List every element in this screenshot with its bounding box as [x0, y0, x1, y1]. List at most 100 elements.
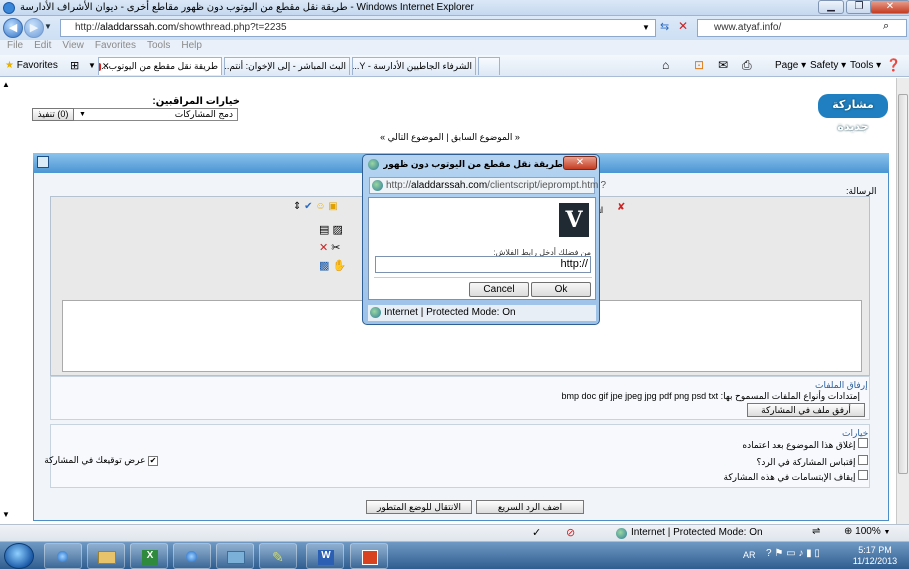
menu-tools[interactable]: Tools	[147, 40, 170, 51]
insert-image-icon[interactable]: ▣	[328, 201, 337, 212]
favorites-bar: ★ Favorites ⊞ ▼ ✕ طريقة نقل مقطع من اليوت…	[0, 55, 909, 77]
media-icon[interactable]: ▩	[319, 260, 329, 272]
dialog-status-text: Internet | Protected Mode: On	[384, 307, 516, 318]
feeds-icon[interactable]: ⊡	[694, 58, 704, 72]
dialog-close-button[interactable]: ✕	[563, 156, 597, 170]
favorites-button[interactable]: ★ Favorites	[5, 58, 58, 74]
forward-button[interactable]: ▶	[24, 18, 44, 38]
quote-reply-checkbox[interactable]	[858, 455, 868, 465]
select-arrow-icon: ▼	[79, 111, 86, 118]
search-icon[interactable]: ⌕	[883, 20, 889, 33]
help-icon[interactable]: ❓	[886, 58, 901, 72]
new-tab-button[interactable]	[478, 57, 500, 75]
quick-tabs-icon[interactable]: ⊞	[70, 59, 79, 72]
compat-view-icon[interactable]: ⇆	[660, 20, 669, 33]
menu-view[interactable]: View	[62, 40, 84, 51]
menu-bar: File Edit View Favorites Tools Help	[0, 40, 909, 55]
smiley-icon[interactable]: ☺	[315, 201, 325, 212]
tray-flag-icon[interactable]: ⚑	[774, 548, 783, 559]
dialog-url-path: /clientscript/ieprompt.html?	[487, 180, 607, 191]
option-label: إقتباس المشاركة في الرد؟	[756, 457, 856, 467]
tray-battery-icon[interactable]: ▯	[814, 548, 820, 559]
mail-icon[interactable]: ✉	[718, 58, 728, 72]
tab-live[interactable]: البث المباشر - إلى الإخوان: أنتم...	[224, 57, 350, 75]
cancel-button[interactable]: Cancel	[469, 282, 529, 297]
popup-blocker-icon[interactable]: ⊘	[566, 526, 575, 539]
advanced-mode-button[interactable]: الانتقال للوضع المتطور	[366, 500, 472, 514]
taskbar-ie-window-icon[interactable]	[173, 543, 211, 569]
zone-status-text: Internet | Protected Mode: On	[631, 527, 763, 538]
stop-icon[interactable]: ✕	[678, 19, 688, 33]
address-dropdown-icon[interactable]: ▼	[642, 23, 650, 32]
paste-icon[interactable]: ▤	[319, 224, 329, 236]
protected-mode-icon[interactable]: ⇌	[812, 526, 820, 537]
remove-format-icon[interactable]: ✘	[617, 202, 625, 213]
option-close-thread: إغلاق هذا الموضوع بعد اعتماده	[700, 438, 868, 451]
url-prefix: http://	[75, 22, 101, 33]
cut-icon[interactable]: ✕	[319, 242, 328, 254]
restore-button[interactable]: ❐	[846, 0, 872, 14]
taskbar-word-icon[interactable]: W	[306, 543, 344, 569]
attachments-label: إرفاق الملفات	[815, 380, 868, 390]
tab-shurafa[interactable]: الشرفاء الجاطيين الأدارسة - Y...	[352, 57, 476, 75]
home-icon[interactable]: ⌂	[662, 58, 669, 72]
taskbar-app-icon[interactable]	[350, 543, 388, 569]
zoom-control[interactable]: ⊕ 100% ▼	[844, 526, 890, 537]
safety-menu[interactable]: Safety ▾	[810, 58, 846, 74]
tray-volume-icon[interactable]: ♪	[798, 548, 803, 559]
taskbar-excel-icon[interactable]: X	[130, 543, 168, 569]
moderator-select-value: دمج المشاركات	[174, 109, 233, 119]
thread-navigation[interactable]: « الموضوع السابق | الموضوع التالي »	[300, 132, 600, 143]
tray-help-icon[interactable]: ?	[766, 548, 772, 559]
vertical-scrollbar[interactable]	[896, 78, 909, 524]
execute-button[interactable]: (0) تنفيذ	[32, 108, 74, 121]
taskbar-pen-icon[interactable]: ✎	[259, 543, 297, 569]
status-icon: ✓	[532, 527, 542, 539]
close-thread-checkbox[interactable]	[858, 438, 868, 448]
search-input[interactable]: www.atyaf.info/	[697, 19, 907, 37]
print-icon[interactable]: ⎙	[742, 58, 752, 73]
taskbar-ie-icon[interactable]	[44, 543, 82, 569]
page-menu[interactable]: Page ▾	[775, 58, 806, 74]
tab-current[interactable]: ✕ طريقة نقل مقطع من اليوتوب...	[98, 57, 222, 75]
hand-icon[interactable]: ✋	[332, 260, 346, 272]
show-signature-checkbox[interactable]: ✔	[148, 456, 158, 466]
language-indicator[interactable]: AR	[743, 550, 756, 560]
scroll-down-icon[interactable]: ▼	[2, 510, 10, 519]
menu-edit[interactable]: Edit	[34, 40, 51, 51]
start-button[interactable]	[4, 543, 34, 569]
ok-button[interactable]: Ok	[531, 282, 591, 297]
clock-time: 5:17 PM	[858, 545, 892, 555]
tray-monitor-icon[interactable]: ▭	[786, 548, 795, 559]
window-title: طريقة نقل مقطع من اليوتوب دون ظهور مقاطع…	[20, 2, 474, 13]
quick-reply-button[interactable]: اضف الرد السريع	[476, 500, 584, 514]
image-icon[interactable]: ▨	[332, 224, 342, 236]
flash-url-input[interactable]: http://	[375, 256, 591, 273]
back-button[interactable]: ◀	[3, 18, 23, 38]
tools-menu[interactable]: Tools ▾	[850, 58, 881, 74]
scroll-up-icon[interactable]: ▲	[2, 80, 10, 89]
address-input[interactable]: http://aladdarssah.com/showthread.php?t=…	[60, 19, 656, 37]
resize-icon[interactable]: ⇕	[293, 201, 301, 212]
dialog-body: V من فضلك أدخل رابط الفلاش: http:// Canc…	[368, 197, 596, 300]
tray-network-icon[interactable]: ▮	[806, 548, 812, 559]
option-disable-smilies: إيقاف الإبتسامات في هذه المشاركة	[690, 470, 868, 483]
tab-label: البث المباشر - إلى الإخوان: أنتم...	[224, 61, 346, 71]
menu-help[interactable]: Help	[181, 40, 202, 51]
menu-file[interactable]: File	[7, 40, 23, 51]
minimize-button[interactable]: ▁	[818, 0, 844, 14]
copy-icon[interactable]: ✂	[331, 242, 340, 254]
tab-list-icon[interactable]: ▼	[88, 61, 96, 70]
close-button[interactable]: ✕	[870, 0, 909, 14]
menu-favorites[interactable]: Favorites	[95, 40, 136, 51]
spellcheck-icon[interactable]: ✔	[304, 201, 312, 212]
scrollbar-thumb[interactable]	[898, 94, 908, 474]
taskbar-clock[interactable]: 5:17 PM 11/12/2013	[845, 545, 905, 567]
dialog-page-icon	[372, 180, 383, 191]
attach-file-button[interactable]: أرفق ملف في المشاركة	[747, 403, 865, 417]
collapse-icon[interactable]	[37, 156, 49, 168]
disable-smilies-checkbox[interactable]	[858, 470, 868, 480]
taskbar-picture-icon[interactable]	[216, 543, 254, 569]
taskbar-explorer-icon[interactable]	[87, 543, 125, 569]
history-dropdown-icon[interactable]: ▼	[44, 22, 52, 31]
